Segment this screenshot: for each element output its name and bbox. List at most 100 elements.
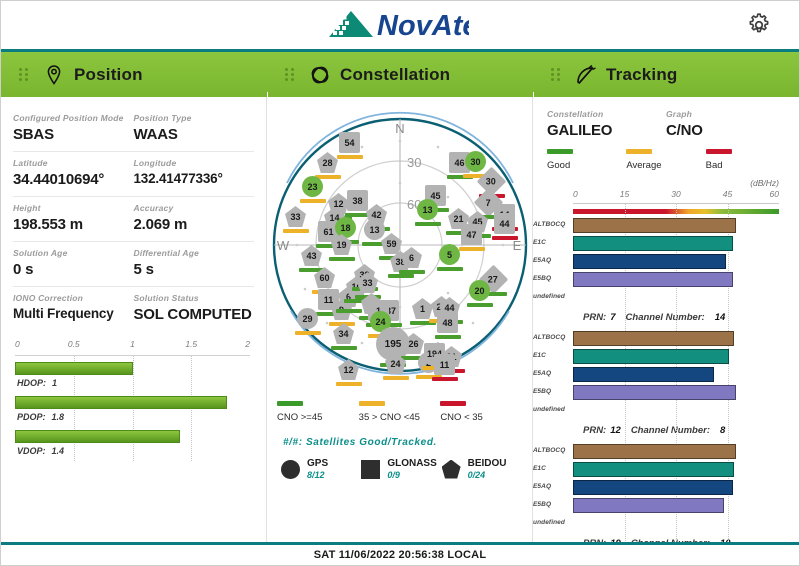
satellite-marker[interactable]: 26	[400, 333, 427, 360]
satellite-prn-label: 30	[470, 156, 481, 167]
satellite-marker[interactable]: 47	[458, 224, 485, 251]
satellite-pentagon-icon: 26	[403, 333, 424, 354]
satellite-prn-label: 47	[466, 229, 477, 240]
position-panel: Configured Position Mode SBAS Position Typ…	[1, 97, 267, 542]
position-field-label: Accuracy	[133, 203, 174, 213]
dop-bar-label: VDOP: 1.4	[15, 443, 250, 461]
satellite-prn-label: 24	[375, 316, 386, 327]
satellite-marker[interactable]: 19	[328, 234, 355, 261]
satellite-marker[interactable]: 5	[436, 244, 463, 271]
dop-axis-tick: 0.5	[67, 339, 80, 349]
satellite-marker[interactable]: 38	[344, 190, 371, 217]
signal-bar-row: E1C	[533, 349, 779, 364]
satellite-marker[interactable]: 48	[434, 312, 461, 339]
tracking-header-label: Graph	[666, 109, 693, 119]
prn-value: 7	[610, 312, 616, 323]
position-field-value: WAAS	[133, 126, 178, 143]
satellite-pentagon-icon: 28	[317, 152, 338, 173]
cno-scroll-area[interactable]: ALTBOCQ E1C E5AQ E5BQ undefined PRN: 7 Channel …	[533, 203, 799, 542]
quality-legend: Good Average Bad	[533, 139, 799, 171]
position-field-value: 2.069 m	[133, 216, 188, 233]
tab-tracking[interactable]: Tracking	[533, 52, 678, 97]
signal-label: E5BQ	[533, 388, 552, 395]
signal-bar	[573, 272, 733, 287]
satellite-pentagon-icon: 43	[301, 245, 322, 266]
settings-button[interactable]	[743, 9, 775, 41]
constellation-counts: 0/9	[387, 470, 400, 480]
satellite-prn-label: 33	[362, 277, 373, 288]
satellite-marker[interactable]: 20	[466, 280, 493, 307]
satellite-marker[interactable]: 30	[476, 166, 507, 198]
satellite-marker[interactable]: 28	[314, 152, 341, 179]
satellite-marker[interactable]: 44	[491, 213, 518, 240]
svg-text:E: E	[513, 238, 522, 253]
satellite-cno-bar	[294, 331, 321, 335]
cno-legend: CNO >=45 35 > CNO <45 CNO < 35	[267, 397, 532, 423]
satellite-marker[interactable]: 29	[294, 308, 321, 335]
quality-legend-label: Bad	[705, 160, 723, 171]
tab-constellation[interactable]: Constellation	[267, 52, 533, 97]
position-field-value: 34.44010694°	[13, 171, 105, 188]
signal-bar	[573, 218, 737, 233]
satellite-square-icon: 38	[347, 190, 368, 211]
cno-legend-swatch	[358, 401, 385, 406]
position-field-value: 0 s	[13, 261, 34, 278]
satellite-prn-label: 6	[408, 252, 414, 263]
satellite-prn-label: 38	[352, 195, 363, 206]
signal-bar-row: ALTBOCQ	[533, 218, 779, 233]
satellite-prn-label: 42	[371, 209, 382, 220]
satellite-cno-bar	[382, 376, 409, 380]
position-field-value: SBAS	[13, 126, 54, 143]
position-field-value: 198.553 m	[13, 216, 83, 233]
satellite-marker[interactable]: 43	[298, 245, 325, 272]
position-field: Longitude 132.41477336°	[134, 158, 255, 188]
satellite-marker[interactable]: 1	[409, 298, 436, 325]
satellite-prn-label: 5	[446, 249, 452, 260]
dop-plot: HDOP: 1 PDOP: 1.8 VDOP: 1.4	[15, 355, 250, 461]
satellite-cno-bar	[431, 377, 458, 381]
drag-handle-icon[interactable]	[281, 68, 297, 81]
satellite-prn-label: 18	[340, 222, 351, 233]
tab-position[interactable]: Position	[1, 52, 267, 97]
satellite-marker[interactable]: 60	[311, 267, 338, 294]
satellite-prn-label: 33	[290, 211, 301, 222]
signal-bar-row: ALTBOCQ	[533, 331, 779, 346]
satellite-marker[interactable]: 6	[398, 247, 425, 274]
signal-label: undefined	[533, 406, 565, 413]
signal-label: ALTBOCQ	[533, 334, 566, 341]
satellite-marker[interactable]: 12	[335, 359, 362, 386]
satellite-marker[interactable]: 23	[299, 176, 326, 203]
drag-handle-icon[interactable]	[15, 68, 31, 81]
drag-handle-icon[interactable]	[547, 68, 563, 81]
tab-position-label: Position	[74, 64, 143, 84]
satellite-prn-label: 60	[319, 272, 330, 283]
satellite-marker[interactable]: 11	[431, 354, 458, 381]
satellite-marker[interactable]: 54	[336, 132, 363, 159]
satellite-marker[interactable]: 33	[282, 206, 309, 233]
satellite-marker[interactable]: 30	[462, 151, 489, 178]
position-field: Accuracy 2.069 m	[134, 203, 255, 233]
cno-legend-item: 35 > CNO <45	[358, 401, 441, 423]
quality-legend-swatch	[547, 149, 573, 154]
quality-legend-item: Bad	[705, 149, 785, 171]
constellation-legend-item: GLONASS 0/9	[361, 458, 441, 480]
signal-bar-row: E5AQ	[533, 367, 779, 382]
skyplot[interactable]: N S E W 30 60 54282333123814611819421359…	[267, 97, 532, 397]
satellite-marker[interactable]: 34	[330, 323, 357, 350]
satellite-marker[interactable]: 13	[414, 199, 441, 226]
svg-text:NovAtel: NovAtel	[377, 10, 469, 41]
satellite-prn-label: 21	[453, 213, 464, 224]
signal-bar	[573, 331, 735, 346]
channel-label: Channel Number:	[630, 425, 710, 436]
satellite-marker[interactable]: 24	[382, 353, 409, 380]
signal-bar	[573, 498, 725, 513]
channel-value: 14	[714, 312, 726, 323]
signal-bar-row: E5AQ	[533, 254, 779, 269]
satellite-marker[interactable]: 33	[354, 272, 381, 299]
position-field: Latitude 34.44010694°	[13, 158, 134, 188]
constellation-legend-text: GPS 8/12	[307, 458, 328, 480]
dop-value: 1	[52, 378, 58, 388]
quality-legend-swatch	[626, 149, 653, 154]
satellite-prn-label: 13	[369, 224, 380, 235]
satellite-square-icon: 54	[339, 132, 360, 153]
